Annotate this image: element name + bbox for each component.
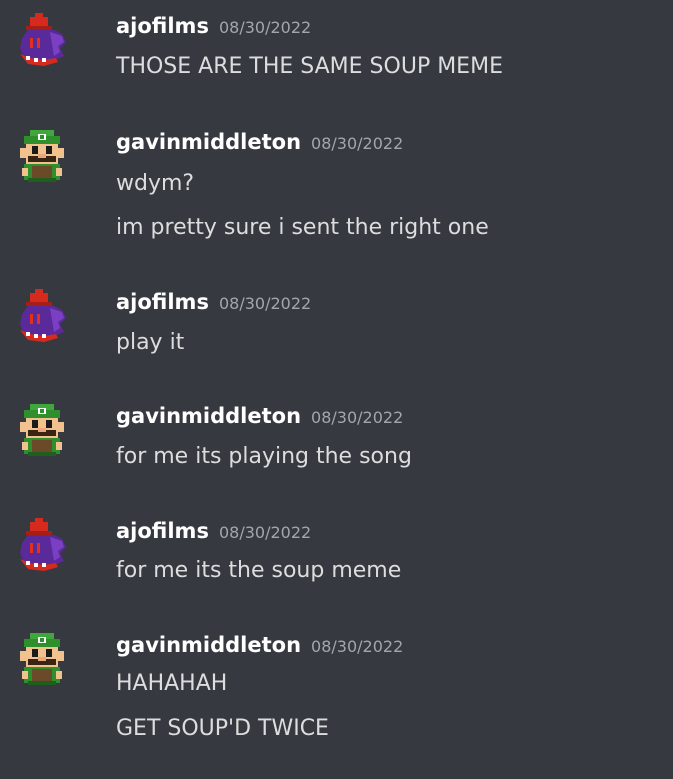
username[interactable]: gavinmiddleton: [116, 130, 301, 154]
message-text: for me its playing the song: [116, 444, 412, 469]
message-text: play it: [116, 330, 185, 355]
message-header: gavinmiddleton 08/30/2022: [116, 402, 403, 430]
username[interactable]: ajofilms: [116, 14, 209, 38]
avatar[interactable]: [14, 517, 70, 573]
message-header: ajofilms 08/30/2022: [116, 12, 311, 40]
timestamp: 08/30/2022: [218, 523, 312, 542]
message-text: im pretty sure i sent the right one: [116, 215, 489, 240]
timestamp: 08/30/2022: [311, 408, 404, 427]
purple-hat-creature-avatar-icon: [20, 289, 66, 342]
message-text: for me its the soup meme: [116, 558, 402, 583]
purple-hat-creature-avatar-icon: [20, 518, 66, 571]
message-text: GET SOUP'D TWICE: [116, 716, 329, 741]
username[interactable]: ajofilms: [116, 290, 209, 314]
message-header: ajofilms 08/30/2022: [116, 288, 311, 316]
chat-messages: ajofilms 08/30/2022 THOSE ARE THE SAME SO…: [0, 0, 673, 779]
avatar[interactable]: [14, 128, 70, 184]
avatar[interactable]: [14, 402, 70, 458]
message-text: wdym?: [116, 171, 195, 196]
pixel-luigi-avatar-icon: [20, 404, 64, 456]
message-header: ajofilms 08/30/2022: [116, 517, 311, 545]
avatar[interactable]: [14, 631, 70, 687]
timestamp: 08/30/2022: [311, 134, 404, 153]
message-header: gavinmiddleton 08/30/2022: [116, 128, 403, 156]
message-text: HAHAHAH: [116, 671, 228, 696]
pixel-luigi-avatar-icon: [20, 633, 64, 685]
username[interactable]: gavinmiddleton: [116, 404, 301, 428]
avatar[interactable]: [14, 288, 70, 344]
message-header: gavinmiddleton 08/30/2022: [116, 631, 403, 659]
timestamp: 08/30/2022: [218, 294, 312, 313]
message-text: THOSE ARE THE SAME SOUP MEME: [116, 54, 503, 79]
timestamp: 08/30/2022: [311, 637, 404, 656]
avatar[interactable]: [14, 12, 70, 68]
pixel-luigi-avatar-icon: [20, 130, 64, 182]
purple-hat-creature-avatar-icon: [20, 13, 66, 66]
timestamp: 08/30/2022: [218, 18, 312, 37]
username[interactable]: ajofilms: [116, 519, 209, 543]
username[interactable]: gavinmiddleton: [116, 633, 301, 657]
